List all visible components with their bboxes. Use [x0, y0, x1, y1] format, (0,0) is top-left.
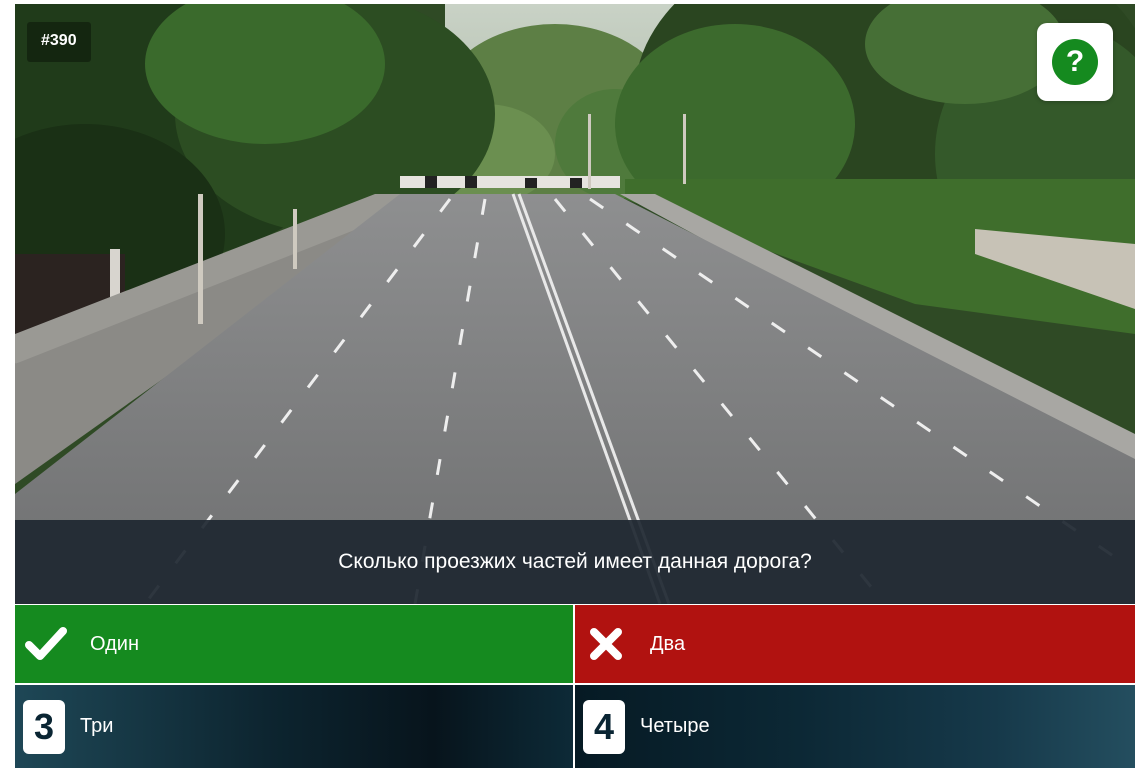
answer-number-badge: 4 [583, 699, 625, 754]
answer-option-1[interactable]: Один [15, 605, 573, 683]
answer-label: Два [650, 632, 686, 655]
cross-icon [584, 622, 628, 666]
question-bar: Сколько проезжих частей имеет данная дор… [15, 520, 1135, 604]
quiz-card: #390 ? Сколько проезжих частей имеет дан… [15, 4, 1135, 768]
answer-option-2[interactable]: Два [575, 605, 1135, 683]
answer-label: Четыре [640, 715, 710, 737]
question-number: #390 [27, 22, 91, 62]
road-scene-illustration [15, 4, 1135, 604]
question-icon: ? [1052, 39, 1098, 85]
answer-option-3[interactable]: 3 Три [15, 685, 573, 768]
answer-option-4[interactable]: 4 Четыре [575, 685, 1135, 768]
help-button[interactable]: ? [1037, 23, 1113, 101]
answer-label: Один [90, 632, 140, 655]
road-photo: #390 ? Сколько проезжих частей имеет дан… [15, 4, 1135, 604]
answer-number-badge: 3 [23, 699, 65, 754]
question-text: Сколько проезжих частей имеет данная дор… [338, 550, 812, 573]
answer-label: Три [80, 715, 114, 737]
checkmark-icon [24, 622, 68, 666]
